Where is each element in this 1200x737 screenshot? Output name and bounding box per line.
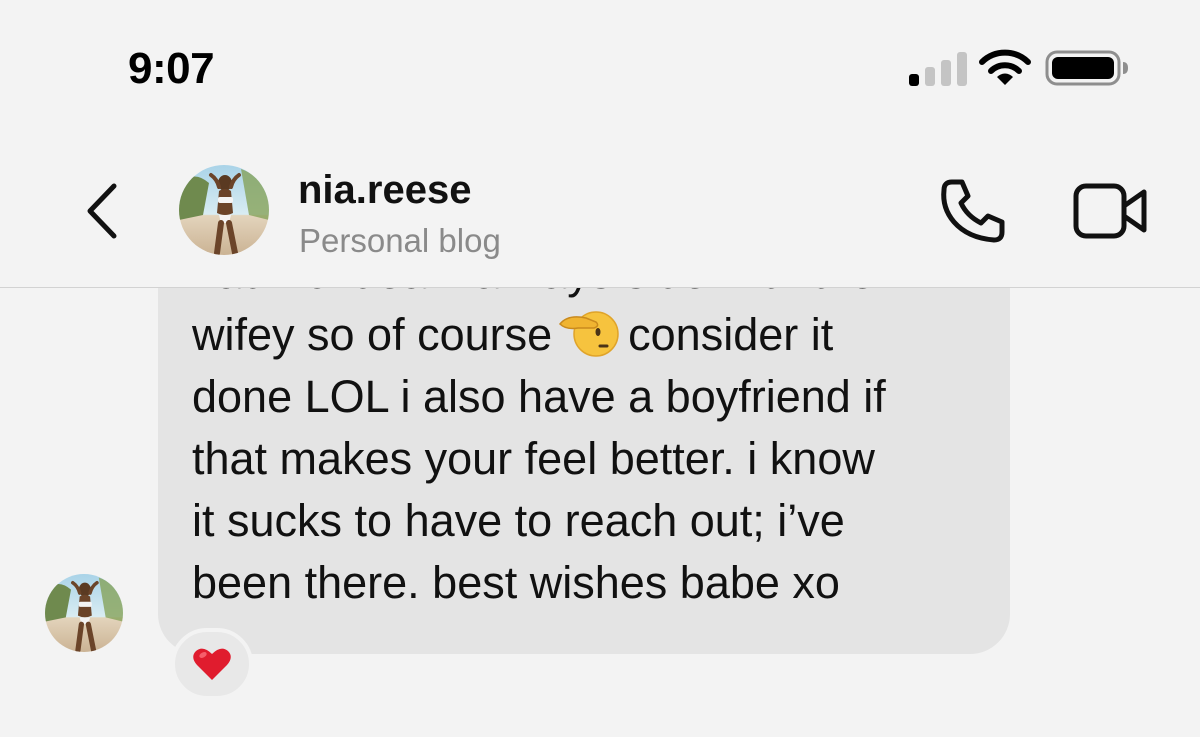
video-call-button[interactable] [1072,178,1148,244]
status-time: 9:07 [128,44,215,93]
cellular-signal-icon [909,52,967,86]
contact-name[interactable]: nia.reese [298,168,471,213]
wifi-icon [979,49,1031,85]
heart-emoji [193,648,231,680]
message-line-4: that makes your feel better. i know [192,433,875,484]
message-line-3: done LOL i also have a boyfriend if [192,371,886,422]
contact-avatar[interactable] [179,165,269,255]
message-line-5: it sucks to have to reach out; i’ve [192,495,845,546]
sender-avatar[interactable] [45,574,123,652]
message-reaction[interactable] [171,628,253,700]
message-thread[interactable]: had no idea. i always side with the wife… [0,288,1200,737]
message-text: consider it [628,309,834,360]
video-camera-icon [1073,183,1147,239]
chevron-left-icon [87,183,117,239]
message-line-6: been there. best wishes babe xo [192,557,840,608]
message-line-2: wifey so of course consider it [192,304,990,366]
header-divider [0,287,1200,288]
back-button[interactable] [78,176,126,246]
message-line-1: had no idea. i always side with the [192,288,990,304]
message-text: wifey so of course [192,309,553,360]
saluting-face-emoji [559,311,619,357]
message-bubble[interactable]: had no idea. i always side with the wife… [158,288,1010,654]
audio-call-button[interactable] [938,176,1008,246]
battery-icon [1045,50,1128,86]
contact-subtitle: Personal blog [299,222,501,259]
phone-icon [941,179,1005,243]
